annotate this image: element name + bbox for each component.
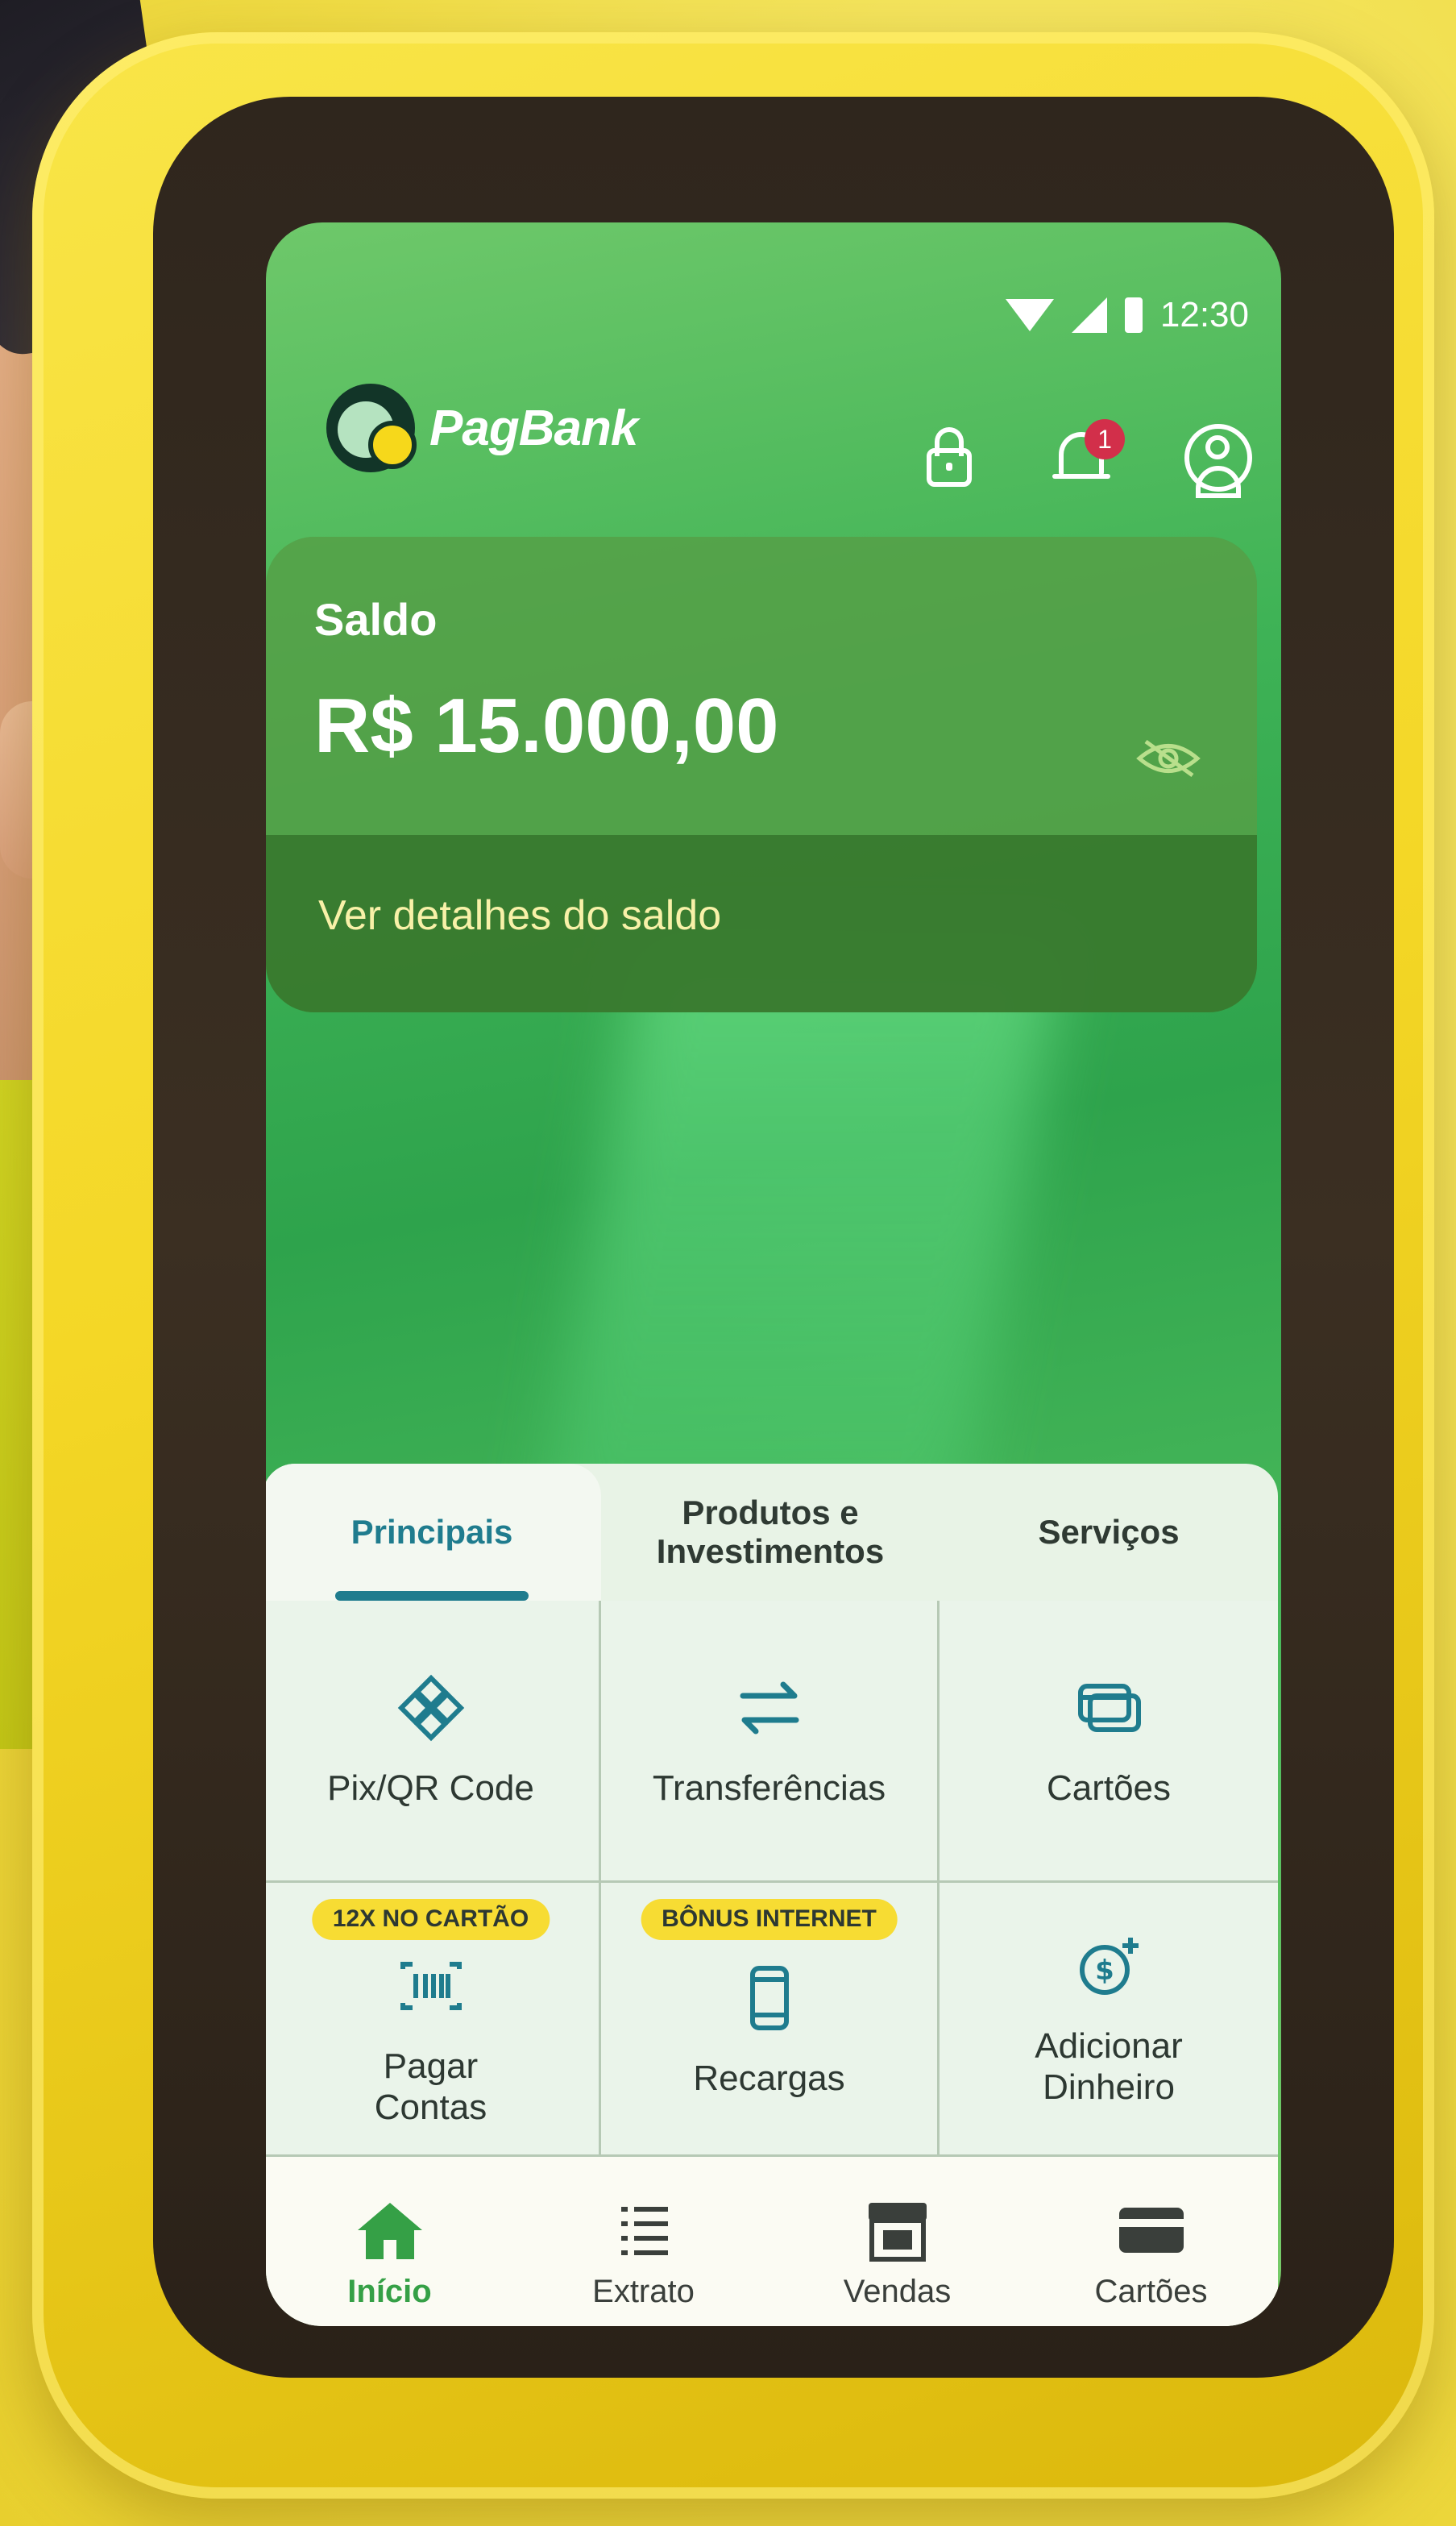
action-adicionar-dinheiro[interactable]: $ Adicionar Dinheiro (940, 1883, 1278, 2157)
status-time: 12:30 (1159, 295, 1249, 334)
action-label: Cartões (1046, 1768, 1172, 1809)
notification-badge: 1 (1085, 419, 1125, 459)
balance-details-row[interactable]: Ver detalhes do saldo (266, 835, 1257, 1012)
store-icon (868, 2203, 927, 2262)
promo-badge: BÔNUS INTERNET (641, 1899, 898, 1940)
action-label: Pagar Contas (374, 2046, 487, 2127)
balance-details-link[interactable]: Ver detalhes do saldo (318, 891, 721, 940)
list-icon (620, 2207, 668, 2255)
nav-inicio[interactable]: Início (277, 2198, 503, 2310)
wifi-icon (1005, 299, 1054, 331)
tabs: Principais Produtos e Investimentos Serv… (266, 1464, 1278, 1601)
pix-icon (397, 1674, 464, 1742)
tab-servicos[interactable]: Serviços (940, 1464, 1278, 1601)
nav-label: Extrato (592, 2274, 695, 2309)
balance-card: Saldo R$ 15.000,00 Ver detalhes do saldo (266, 537, 1257, 1012)
pagbank-logo-icon (326, 384, 417, 472)
card-icon (1118, 2208, 1184, 2253)
tab-label: Principais (351, 1512, 513, 1551)
hide-balance-eye-icon[interactable] (1136, 738, 1201, 779)
action-transferencias[interactable]: Transferências (601, 1601, 940, 1883)
nav-label: Início (347, 2274, 432, 2309)
tab-label: Produtos e Investimentos (656, 1493, 885, 1570)
action-label: Adicionar Dinheiro (1035, 2025, 1183, 2107)
action-recargas[interactable]: BÔNUS INTERNET Recargas (601, 1883, 940, 2157)
action-label: Transferências (652, 1768, 886, 1809)
tab-label: Serviços (1038, 1512, 1180, 1551)
svg-text:$: $ (1095, 1955, 1114, 1987)
nav-cartoes[interactable]: Cartões (1039, 2198, 1264, 2310)
tab-principais[interactable]: Principais (266, 1464, 601, 1601)
battery-icon (1124, 297, 1143, 333)
action-label: Pix/QR Code (327, 1768, 534, 1809)
nav-label: Vendas (843, 2274, 952, 2309)
barcode-icon (400, 1961, 462, 2010)
brand-name: PagBank (429, 400, 638, 456)
brand-logo: PagBank (326, 384, 638, 472)
add-money-icon: $ (1080, 1937, 1139, 1995)
action-pagar-contas[interactable]: 12X NO CARTÃO Pagar Contas (266, 1883, 601, 2157)
signal-icon (1071, 297, 1107, 333)
balance-label: Saldo (314, 594, 438, 645)
phone-screen: 12:30 PagBank 1 Saldo R$ 15.000,00 Ver d… (266, 222, 1281, 2326)
profile-icon[interactable] (1184, 424, 1252, 498)
header-actions: 1 (917, 419, 1252, 498)
tab-produtos-investimentos[interactable]: Produtos e Investimentos (601, 1464, 940, 1601)
cards-icon (1078, 1684, 1141, 1733)
services-panel: Principais Produtos e Investimentos Serv… (266, 1464, 1278, 2326)
action-cartoes[interactable]: Cartões (940, 1601, 1278, 1883)
promo-badge: 12X NO CARTÃO (311, 1899, 550, 1940)
lock-icon[interactable] (917, 424, 981, 488)
transfer-arrows-icon (740, 1681, 799, 1735)
phone-icon (749, 1966, 789, 2031)
bottom-nav: Início Extrato Vendas Cartões (266, 2157, 1278, 2326)
notification-bell-icon[interactable]: 1 (1051, 419, 1125, 488)
action-pix-qr-code[interactable]: Pix/QR Code (266, 1601, 601, 1883)
home-icon (357, 2203, 422, 2259)
action-label: Recargas (693, 2059, 845, 2099)
actions-grid: Pix/QR Code Transferências Cartões 12X N… (266, 1601, 1278, 2157)
balance-value: R$ 15.000,00 (314, 683, 779, 769)
status-bar: 12:30 (1005, 295, 1249, 335)
nav-label: Cartões (1094, 2274, 1208, 2309)
nav-extrato[interactable]: Extrato (531, 2198, 757, 2310)
nav-vendas[interactable]: Vendas (785, 2198, 1010, 2310)
active-tab-indicator (335, 1591, 529, 1601)
